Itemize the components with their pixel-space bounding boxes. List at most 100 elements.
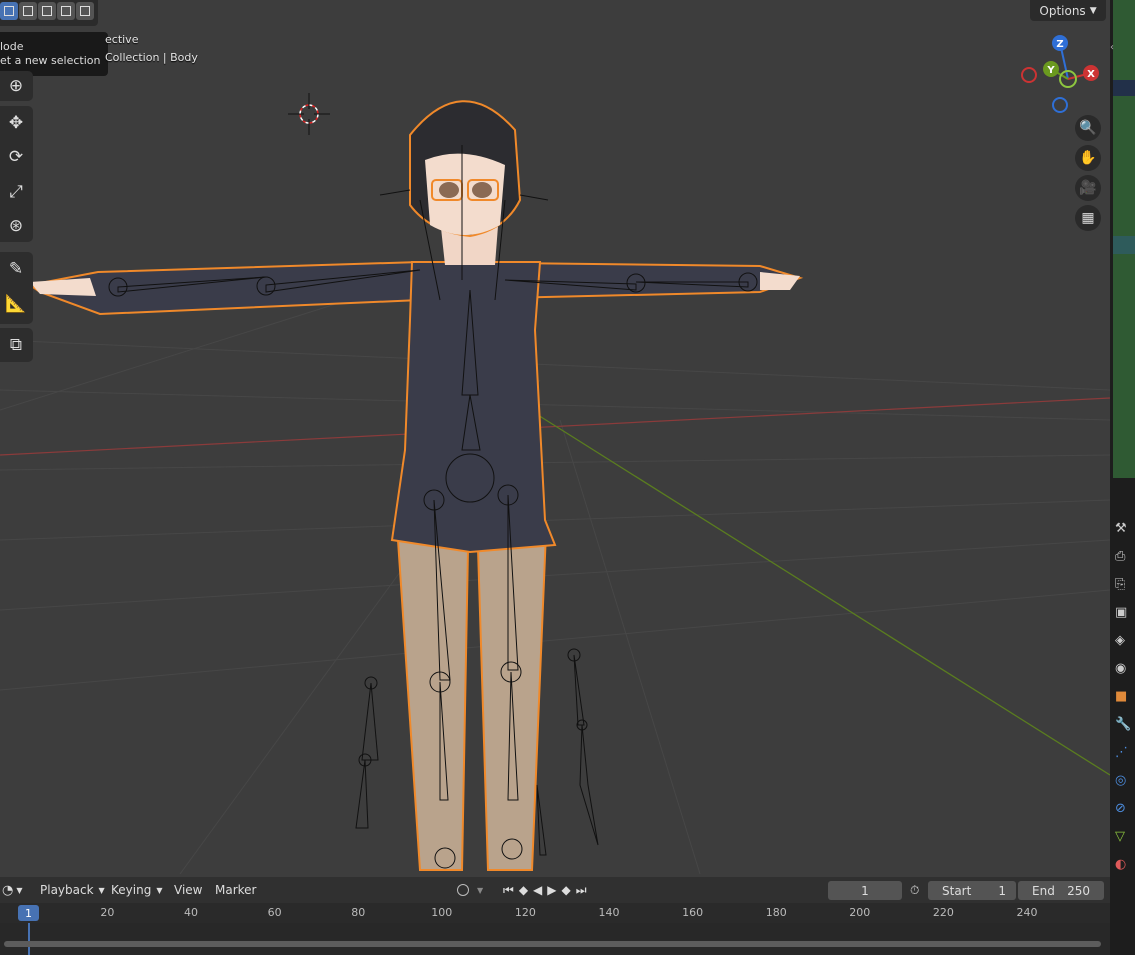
start-frame-field[interactable]: Start 1	[928, 881, 1016, 900]
end-label: End	[1032, 883, 1055, 898]
scale-icon[interactable]: ⤢	[2, 178, 30, 206]
outliner-row-active	[1113, 236, 1135, 254]
chevron-down-icon: ▼	[98, 885, 105, 895]
jump-start-icon[interactable]: ⏮	[503, 883, 514, 898]
camera-view-icon[interactable]: 🎥	[1075, 175, 1101, 201]
view-name: ective	[105, 33, 139, 46]
render-tab-icon[interactable]: ⎙	[1115, 543, 1131, 571]
marker-menu[interactable]: Marker	[215, 877, 256, 903]
3d-viewport[interactable]: lode et a new selection ective Collectio…	[0, 0, 1110, 874]
tool-tab-icon[interactable]: ⚒	[1115, 515, 1131, 543]
playhead-line[interactable]	[28, 923, 30, 955]
transform-icon[interactable]: ⊛	[2, 212, 30, 240]
pan-hand-icon[interactable]: ✋	[1075, 145, 1101, 171]
scene-tab-icon[interactable]: ◈	[1115, 627, 1131, 655]
play-reverse-icon[interactable]: ◀	[533, 883, 542, 897]
options-label: Options	[1039, 3, 1086, 18]
timeline-header: ◔ ▼ Playback ▼ Keying ▼ View Marker ▼ ⏮ …	[0, 877, 1110, 903]
keying-menu[interactable]: Keying ▼	[111, 877, 162, 903]
chevron-left-icon[interactable]: ‹	[1110, 42, 1122, 53]
object-tab-icon[interactable]: ■	[1115, 683, 1131, 711]
ruler-tick-label: 100	[431, 906, 453, 919]
keying-label: Keying	[111, 883, 152, 897]
outliner-row-selected	[1113, 80, 1135, 96]
3d-cursor-icon[interactable]	[288, 93, 330, 135]
selection-mode-bar	[0, 0, 98, 26]
ruler-tick-label: 60	[267, 906, 282, 919]
view-menu[interactable]: View	[174, 877, 202, 903]
auto-keying-toggle[interactable]: ▼	[457, 877, 483, 903]
next-keyframe-icon[interactable]: ◆	[562, 883, 571, 897]
playback-controls: ⏮ ◆ ◀ ▶ ◆ ⏭	[503, 877, 587, 903]
ruler-tick-label: 220	[932, 906, 954, 919]
clock-icon: ◔	[2, 882, 14, 898]
tooltip-description: et a new selection	[0, 54, 101, 67]
particles-tab-icon[interactable]: ⋰	[1115, 739, 1131, 767]
tooltip: lode et a new selection	[0, 32, 108, 76]
view-layer-tab-icon[interactable]: ▣	[1115, 599, 1131, 627]
end-frame-field[interactable]: End 250	[1018, 881, 1104, 900]
chevron-down-icon: ▼	[156, 885, 163, 895]
timeline-ruler[interactable]: 1 20 40 60 80 100 120 140 160 180 200 220 240	[0, 903, 1110, 923]
playback-menu[interactable]: Playback ▼	[40, 877, 105, 903]
y-axis-line	[529, 409, 1110, 776]
jump-end-icon[interactable]: ⏭	[576, 883, 587, 898]
timeline-area[interactable]	[0, 923, 1110, 955]
ruler-tick-label: 180	[765, 906, 787, 919]
zoom-icon[interactable]: 🔍	[1075, 115, 1101, 141]
modifier-tab-icon[interactable]: 🔧	[1115, 711, 1131, 739]
current-frame-value: 1	[861, 883, 869, 898]
grid-perspective-icon[interactable]: ▦	[1075, 205, 1101, 231]
navigation-gizmo[interactable]: Z X Y	[1015, 30, 1105, 120]
annotate-icon[interactable]: ✎	[2, 255, 30, 283]
start-label: Start	[942, 883, 972, 898]
data-tab-icon[interactable]: ▽	[1115, 823, 1131, 851]
playhead-frame-badge[interactable]: 1	[18, 905, 39, 921]
gizmo-z-label: Z	[1056, 39, 1063, 50]
end-value: 250	[1067, 883, 1090, 898]
toolbar-add: ⧉	[0, 328, 33, 362]
ruler-tick-label: 160	[682, 906, 704, 919]
properties-editor-edge: ‹ ⚒ ⎙ ⎘ ▣ ◈ ◉ ■ 🔧 ⋰ ◎ ⊘ ▽ ◐	[1110, 0, 1135, 955]
ruler-tick-label: 140	[598, 906, 620, 919]
gizmo-neg-x-icon[interactable]	[1021, 67, 1037, 83]
material-tab-icon[interactable]: ◐	[1115, 851, 1131, 879]
select-intersect-icon[interactable]	[76, 2, 94, 20]
select-extend-icon[interactable]	[19, 2, 37, 20]
gizmo-y-label: Y	[1046, 65, 1055, 76]
select-subtract-icon[interactable]	[38, 2, 56, 20]
character-model[interactable]	[27, 100, 804, 871]
select-difference-icon[interactable]	[57, 2, 75, 20]
toolbar-annotate: ✎ 📐	[0, 252, 33, 324]
select-new-icon[interactable]	[0, 2, 18, 20]
chevron-down-icon: ▼	[16, 885, 23, 895]
add-cube-icon[interactable]: ⧉	[2, 331, 30, 359]
gizmo-neg-z-icon[interactable]	[1052, 97, 1068, 113]
timeline-scrollbar[interactable]	[4, 941, 1101, 947]
play-icon[interactable]: ▶	[547, 883, 556, 897]
stopwatch-icon[interactable]: ⏱	[910, 877, 919, 903]
physics-tab-icon[interactable]: ◎	[1115, 767, 1131, 795]
output-tab-icon[interactable]: ⎘	[1115, 571, 1131, 599]
rotate-icon[interactable]: ⟳	[2, 143, 30, 171]
tooltip-title: lode	[0, 40, 24, 53]
marker-label: Marker	[215, 883, 257, 897]
measure-icon[interactable]: 📐	[2, 290, 30, 318]
world-tab-icon[interactable]: ◉	[1115, 655, 1131, 683]
prev-keyframe-icon[interactable]: ◆	[519, 883, 528, 897]
playback-label: Playback	[40, 883, 94, 897]
move-icon[interactable]: ✥	[2, 109, 30, 137]
toolbar-transform: ✥ ⟳ ⤢ ⊛	[0, 106, 33, 242]
view-label: View	[174, 883, 203, 897]
constraints-tab-icon[interactable]: ⊘	[1115, 795, 1131, 823]
playhead-frame-value: 1	[25, 906, 32, 920]
ruler-tick-label: 80	[351, 906, 366, 919]
scene-canvas[interactable]	[0, 0, 1110, 874]
options-dropdown[interactable]: Options ▼	[1030, 0, 1106, 21]
chevron-down-icon: ▼	[1089, 5, 1097, 16]
ruler-tick-label: 240	[1016, 906, 1038, 919]
cursor-icon[interactable]: ⊕	[2, 72, 30, 100]
properties-tab-column: ⚒ ⎙ ⎘ ▣ ◈ ◉ ■ 🔧 ⋰ ◎ ⊘ ▽ ◐	[1115, 515, 1131, 879]
editor-type-selector[interactable]: ◔ ▼	[2, 877, 23, 903]
current-frame-field[interactable]: 1	[828, 881, 902, 900]
